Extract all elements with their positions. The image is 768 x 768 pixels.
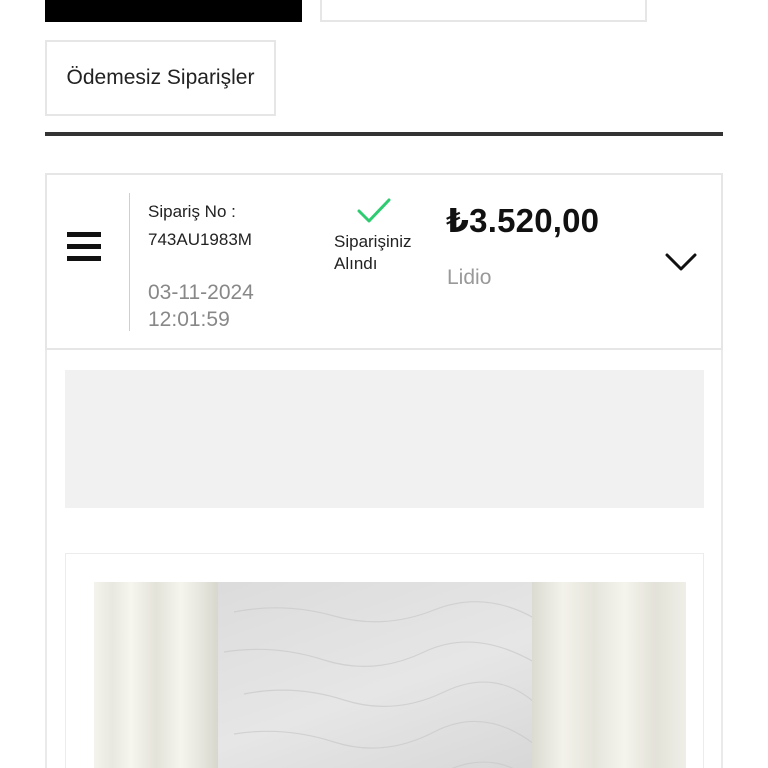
hamburger-menu-icon[interactable] — [67, 232, 101, 262]
order-number: 743AU1983M — [148, 230, 252, 249]
checkmark-icon — [357, 198, 391, 223]
order-datetime: 03-11-2024 12:01:59 — [148, 279, 278, 333]
order-card: Sipariş No : 743AU1983M 03-11-2024 12:01… — [45, 173, 723, 350]
order-total-price: ₺3.520,00 — [446, 202, 600, 239]
order-status: Siparişiniz Alındı — [334, 231, 434, 275]
payment-provider: Lidio — [447, 266, 492, 289]
section-divider — [45, 132, 723, 136]
product-card[interactable] — [65, 553, 704, 768]
vertical-separator — [129, 193, 130, 331]
product-image[interactable] — [94, 582, 686, 768]
order-status-line1: Siparişiniz — [334, 232, 412, 251]
order-number-label: Sipariş No : — [148, 202, 236, 221]
order-time: 12:01:59 — [148, 308, 230, 331]
unpaid-orders-button[interactable]: Ödemesiz Siparişler — [45, 40, 276, 116]
chevron-down-icon[interactable] — [664, 251, 698, 273]
order-info-placeholder — [65, 370, 704, 508]
top-tab-outline[interactable] — [320, 0, 647, 22]
order-date: 03-11-2024 — [148, 281, 254, 304]
top-tab-black[interactable] — [45, 0, 302, 22]
order-status-line2: Alındı — [334, 254, 378, 273]
